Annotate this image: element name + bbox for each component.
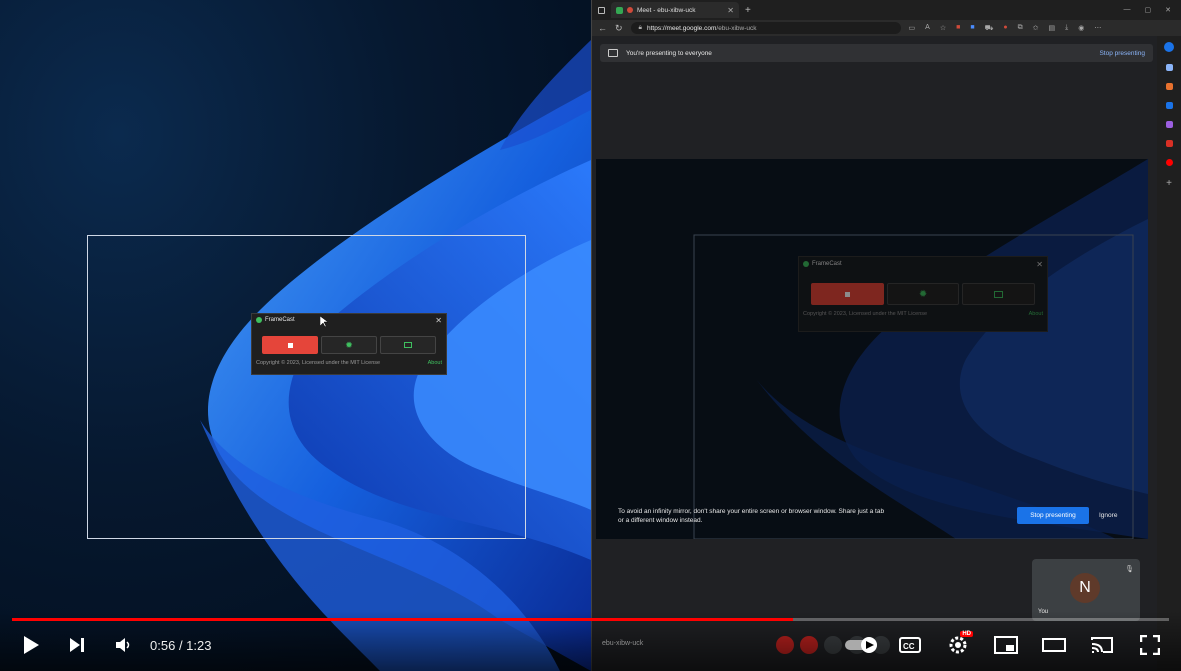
about-link[interactable]: About: [428, 360, 442, 366]
profile-icon[interactable]: ◉: [1078, 24, 1084, 33]
framecast-logo-icon: [256, 317, 262, 323]
cast-button[interactable]: [1085, 628, 1119, 662]
refresh-icon[interactable]: ↻: [615, 23, 623, 34]
extension-icon[interactable]: ■: [956, 24, 960, 33]
fullscreen-button[interactable]: [1133, 628, 1167, 662]
desktop-area: FrameCast ✕ ✹ Copyright © 2023, Licensed…: [0, 0, 591, 671]
dim-overlay: [596, 159, 1148, 539]
framecast-window[interactable]: FrameCast ✕ ✹ Copyright © 2023, Licensed…: [251, 313, 447, 375]
back-icon[interactable]: ←: [598, 23, 607, 33]
extensions-icon[interactable]: ⧉: [1018, 24, 1023, 33]
autoplay-toggle[interactable]: [845, 628, 879, 662]
avatar: N: [1070, 573, 1100, 603]
maximize-icon[interactable]: ▢: [1145, 6, 1152, 14]
stop-presenting-link[interactable]: Stop presenting: [1099, 50, 1145, 57]
browser-window[interactable]: Meet - ebu-xibw-uck ✕ + — ▢ ✕ ← ↻ 🔒︎ htt…: [591, 0, 1181, 671]
shopping-icon[interactable]: [1165, 83, 1173, 90]
duration: 1:23: [186, 637, 212, 653]
video-frame[interactable]: FrameCast ✕ ✹ Copyright © 2023, Licensed…: [0, 0, 1181, 671]
stop-icon: [287, 342, 293, 348]
add-icon[interactable]: +: [1166, 178, 1172, 189]
presenting-banner: You're presenting to everyone Stop prese…: [600, 44, 1153, 62]
bing-icon[interactable]: [1164, 42, 1174, 52]
youtube-icon[interactable]: [1165, 159, 1173, 166]
capture-region-outline: [87, 235, 526, 539]
theater-icon: [1042, 638, 1066, 652]
gmail-icon[interactable]: [1165, 140, 1173, 147]
recording-indicator-icon: [627, 7, 633, 13]
extension-icon[interactable]: ●: [1003, 24, 1007, 33]
shared-screen-preview: FrameCast ✕ ✹ Copyright © 2023, Licensed…: [596, 159, 1148, 539]
miniplayer-button[interactable]: [989, 628, 1023, 662]
stop-recording-button[interactable]: [262, 336, 318, 354]
lock-icon: 🔒︎: [638, 24, 643, 31]
miniplayer-icon: [994, 636, 1018, 654]
progress-bar[interactable]: [12, 618, 1169, 621]
subtitles-button[interactable]: CC: [893, 628, 927, 662]
favorite-icon[interactable]: ☆: [940, 24, 946, 33]
stop-presenting-button[interactable]: Stop presenting: [1017, 507, 1089, 524]
extension-icon[interactable]: ⛟: [985, 24, 994, 33]
settings-button[interactable]: ✹: [321, 336, 377, 354]
browser-sidebar: +: [1157, 36, 1181, 671]
copyright-text: Copyright © 2023, Licensed under the MIT…: [256, 360, 381, 366]
menu-icon[interactable]: ⋯: [1094, 24, 1101, 33]
player-controls: 0:56 / 1:23 CC HD: [0, 628, 1181, 662]
play-button[interactable]: [14, 628, 48, 662]
svg-text:CC: CC: [903, 642, 915, 651]
tab-close-icon[interactable]: ✕: [727, 6, 734, 15]
url-field[interactable]: 🔒︎ https://meet.google.com/ebu-xibw-uck: [630, 22, 901, 34]
volume-icon: [116, 638, 130, 652]
framecast-titlebar[interactable]: FrameCast ✕: [252, 314, 446, 326]
framecast-title: FrameCast: [265, 317, 295, 323]
current-time: 0:56: [150, 637, 176, 653]
hd-badge: HD: [960, 631, 973, 637]
cast-icon: [404, 342, 412, 348]
url-path: /ebu-xibw-uck: [716, 24, 757, 32]
outlook-icon[interactable]: [1165, 102, 1173, 109]
extension-icon[interactable]: ■: [970, 24, 974, 33]
cast-button[interactable]: [380, 336, 436, 354]
read-aloud-icon[interactable]: A: [925, 24, 930, 33]
settings-button[interactable]: HD: [941, 628, 975, 662]
infinity-mirror-warning: To avoid an infinity mirror, don't share…: [618, 508, 885, 524]
cast-icon: [1091, 637, 1113, 653]
autoplay-toggle-icon: [845, 637, 877, 653]
time-display: 0:56 / 1:23: [150, 638, 211, 653]
search-icon[interactable]: [1165, 64, 1173, 71]
subtitles-icon: CC: [899, 637, 921, 653]
tab-actions-icon[interactable]: [598, 6, 605, 14]
downloads-icon[interactable]: ⤓: [1065, 24, 1068, 33]
gear-icon: [949, 636, 967, 654]
volume-button[interactable]: [106, 628, 140, 662]
present-screen-icon: [608, 49, 618, 57]
mouse-cursor-icon: [320, 316, 328, 328]
office-icon[interactable]: [1165, 121, 1173, 128]
tab-title: Meet - ebu-xibw-uck: [637, 6, 696, 14]
gear-icon: ✹: [345, 339, 353, 350]
close-icon[interactable]: ✕: [435, 316, 442, 325]
minimize-icon[interactable]: —: [1124, 6, 1131, 14]
presenting-text: You're presenting to everyone: [626, 49, 712, 57]
tab-bar: Meet - ebu-xibw-uck ✕ + — ▢ ✕: [592, 0, 1181, 20]
next-button[interactable]: [60, 628, 94, 662]
url-host: https://meet.google.com: [647, 24, 717, 32]
camera-indicator-icon[interactable]: ▭: [909, 24, 916, 33]
favorites-icon[interactable]: ✩: [1033, 24, 1039, 33]
mic-muted-icon: 🎙︎: [1125, 566, 1134, 573]
theater-mode-button[interactable]: [1037, 628, 1071, 662]
play-icon: [24, 636, 39, 654]
tab-meet[interactable]: Meet - ebu-xibw-uck ✕: [611, 2, 739, 18]
collections-icon[interactable]: ▤: [1049, 24, 1056, 33]
next-icon: [70, 638, 84, 652]
fullscreen-icon: [1140, 635, 1160, 655]
progress-played: [12, 618, 793, 621]
new-tab-button[interactable]: +: [745, 5, 751, 16]
address-bar-row: ← ↻ 🔒︎ https://meet.google.com/ebu-xibw-…: [592, 20, 1181, 36]
meet-favicon-icon: [616, 6, 623, 14]
ignore-button[interactable]: Ignore: [1099, 507, 1117, 524]
window-close-icon[interactable]: ✕: [1165, 6, 1171, 14]
